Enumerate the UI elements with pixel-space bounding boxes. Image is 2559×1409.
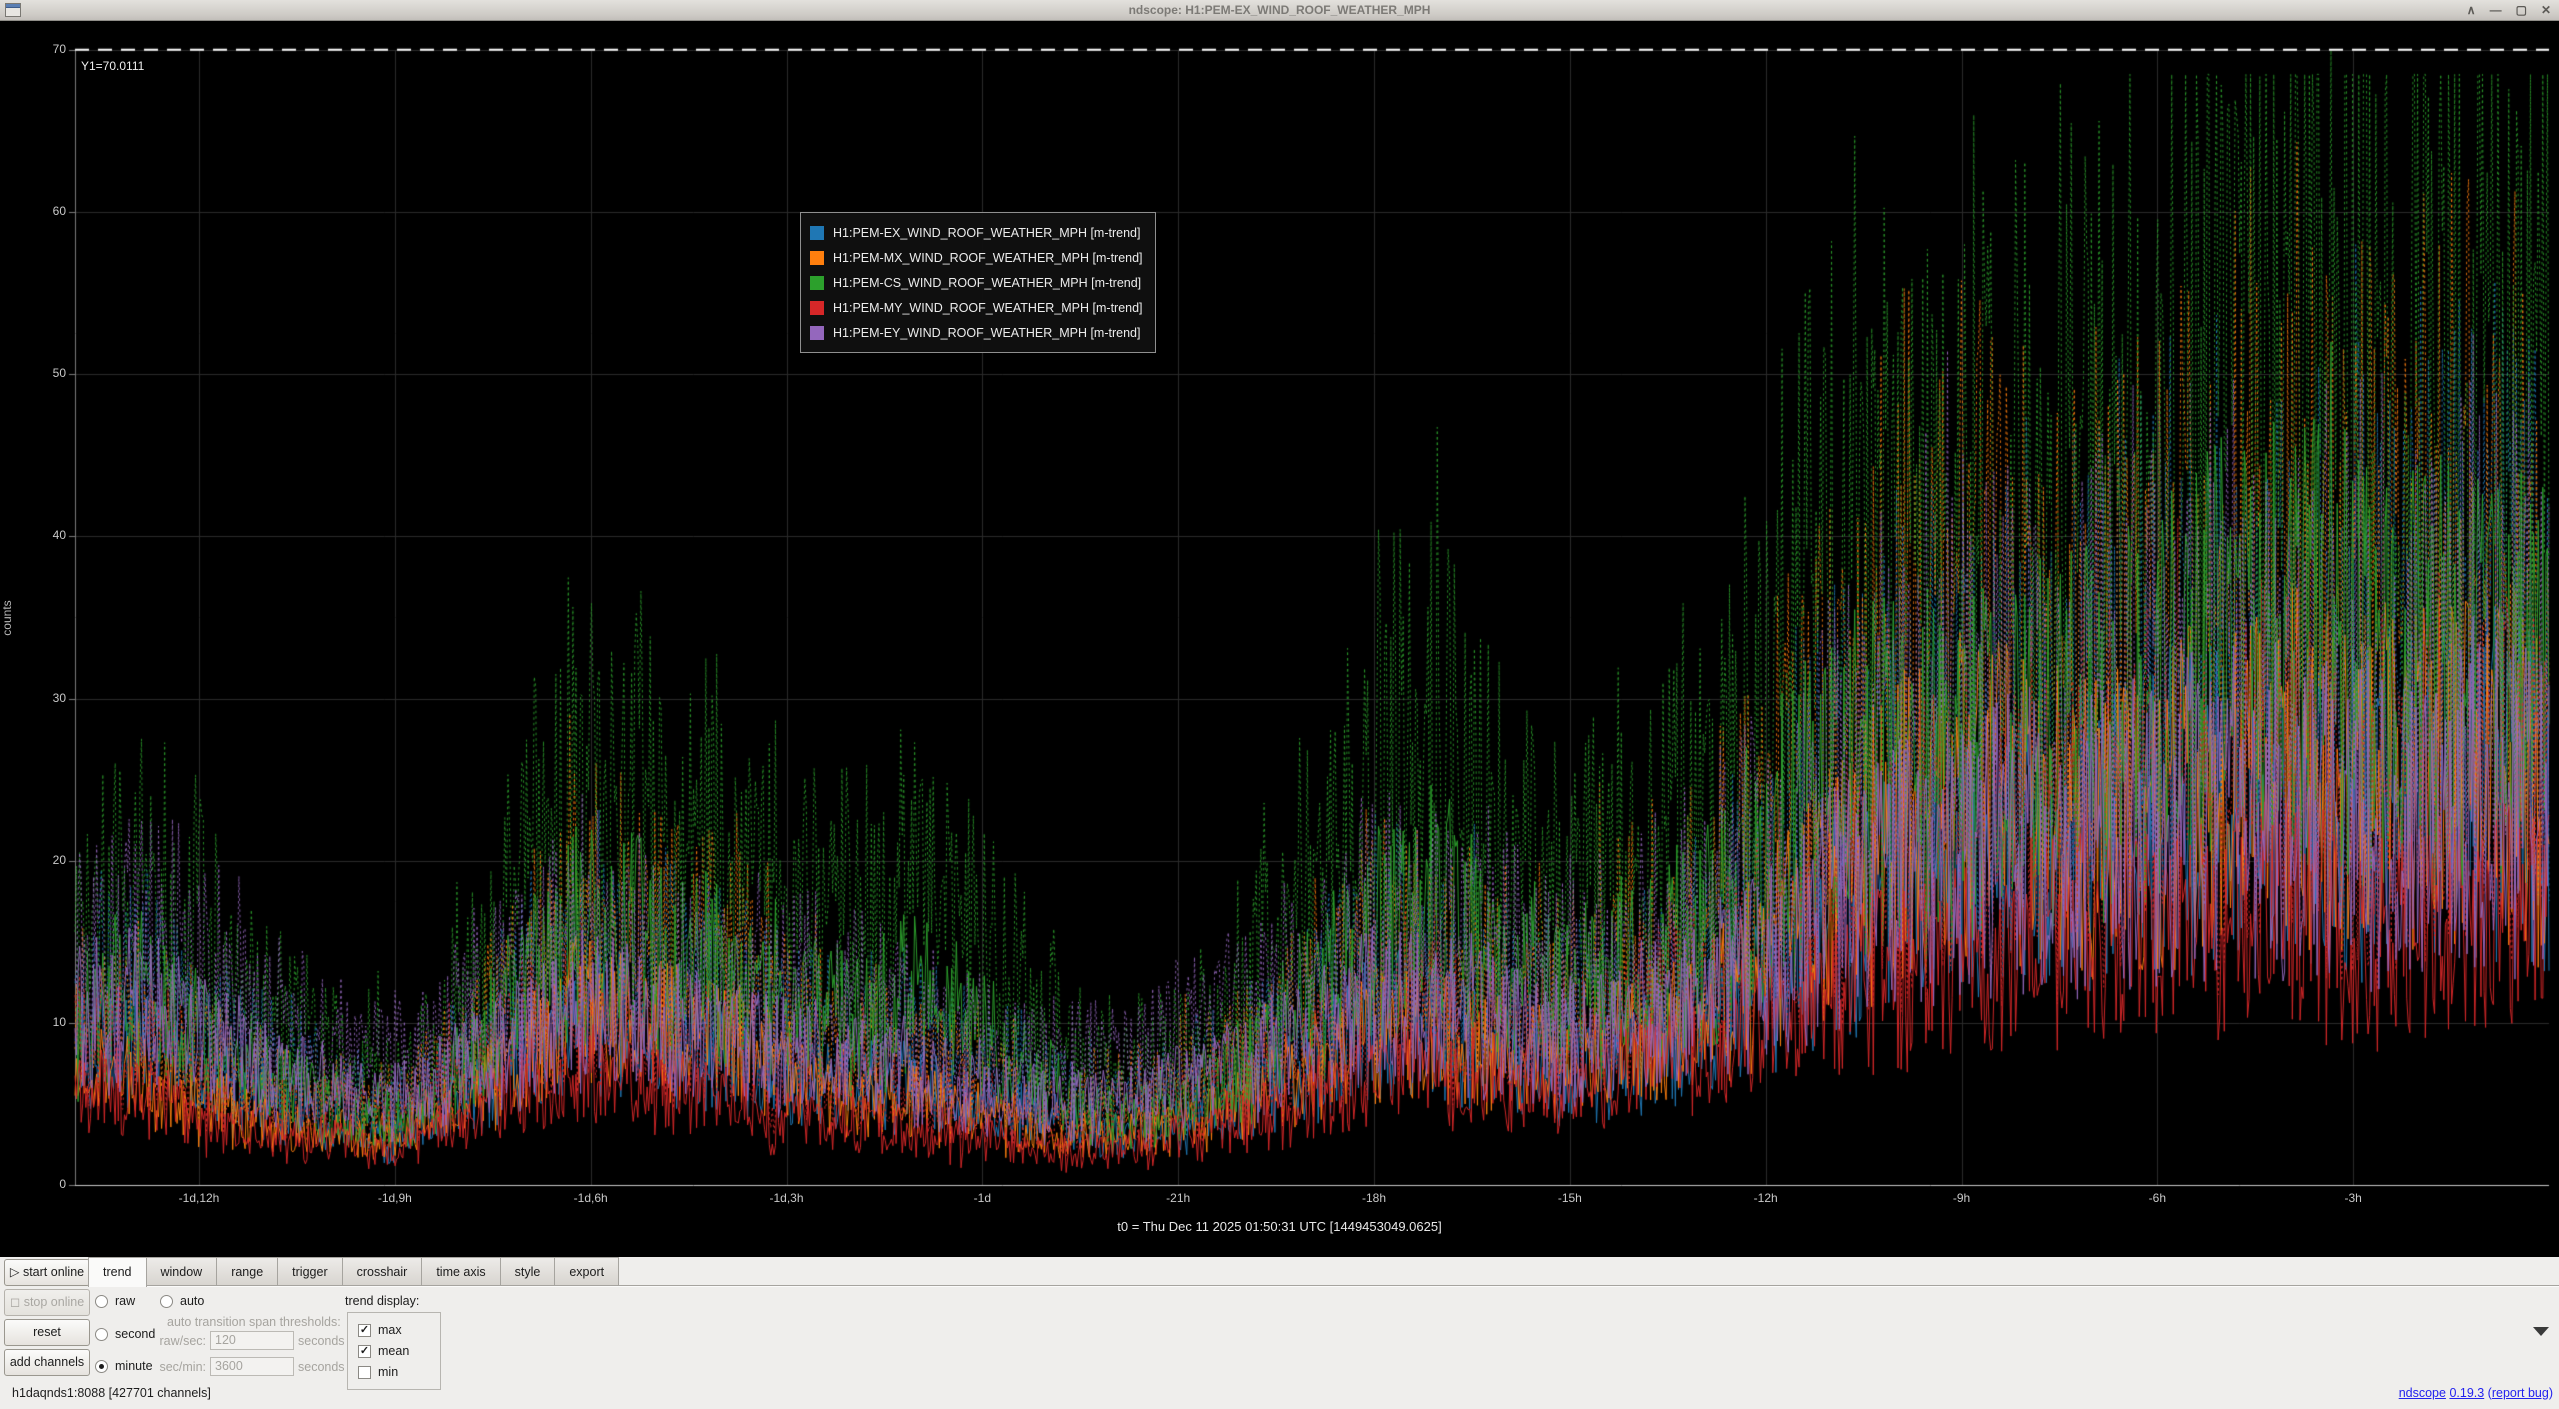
legend-item: H1:PEM-CS_WIND_ROOF_WEATHER_MPH [m-trend…	[810, 270, 1143, 295]
checkbox-icon[interactable]	[358, 1366, 371, 1379]
y-axis-label: counts	[0, 583, 14, 653]
threshold-row: sec/min: 3600 seconds	[148, 1357, 345, 1376]
tab-style[interactable]: style	[501, 1257, 556, 1286]
y-tick-label: 0	[0, 1177, 66, 1191]
0.19.3-link[interactable]: 0.19.3	[2449, 1386, 2484, 1400]
max-checkbox[interactable]: ✓ max	[358, 1320, 440, 1340]
threshold-suffix: seconds	[298, 1334, 345, 1348]
x-tick-label: -1d	[937, 1191, 1027, 1205]
report-bug-link[interactable]: report bug	[2492, 1386, 2549, 1400]
panel-collapse-icon[interactable]	[2533, 1327, 2549, 1336]
radio-label: minute	[115, 1359, 153, 1373]
legend-label: H1:PEM-EX_WIND_ROOF_WEATHER_MPH [m-trend…	[833, 226, 1140, 240]
trend-display-title: trend display:	[345, 1294, 419, 1308]
auto-radio[interactable]: auto	[160, 1294, 204, 1308]
radio-icon[interactable]	[95, 1328, 108, 1341]
legend[interactable]: H1:PEM-EX_WIND_ROOF_WEATHER_MPH [m-trend…	[800, 212, 1156, 353]
legend-swatch	[810, 326, 824, 340]
raw-radio[interactable]: raw	[95, 1294, 135, 1308]
tab-range[interactable]: range	[217, 1257, 278, 1286]
window-buttons: ∧ — ▢ ✕	[2467, 0, 2551, 21]
link-separator: (	[2484, 1386, 2492, 1400]
minimize-window-icon[interactable]: —	[2490, 0, 2502, 21]
nds-server-status: h1daqnds1:8088 [427701 channels]	[12, 1386, 211, 1400]
legend-swatch	[810, 301, 824, 315]
threshold-label: raw/sec:	[148, 1334, 206, 1348]
maximize-window-icon[interactable]: ▢	[2516, 0, 2527, 21]
legend-item: H1:PEM-EX_WIND_ROOF_WEATHER_MPH [m-trend…	[810, 220, 1143, 245]
plot-region[interactable]: 0 10 20 30 40 50 60 70 -1d,12h -1d,9h -1d,6h -1d,3…	[0, 21, 2559, 1257]
checkbox-label: min	[378, 1365, 398, 1379]
legend-label: H1:PEM-MY_WIND_ROOF_WEATHER_MPH [m-trend…	[833, 301, 1143, 315]
y-tick-label: 10	[0, 1015, 66, 1029]
legend-label: H1:PEM-MX_WIND_ROOF_WEATHER_MPH [m-trend…	[833, 251, 1143, 265]
x-tick-label: -1d,6h	[546, 1191, 636, 1205]
title-bar: ndscope: H1:PEM-EX_WIND_ROOF_WEATHER_MPH…	[0, 0, 2559, 21]
legend-swatch	[810, 251, 824, 265]
radio-label: auto	[180, 1294, 204, 1308]
x-tick-label: -1d,3h	[742, 1191, 832, 1205]
start-online-button[interactable]: ▷ start online	[4, 1259, 90, 1286]
threshold-input: 120	[210, 1331, 294, 1350]
link-separator: )	[2549, 1386, 2553, 1400]
radio-icon[interactable]	[160, 1295, 173, 1308]
legend-label: H1:PEM-CS_WIND_ROOF_WEATHER_MPH [m-trend…	[833, 276, 1141, 290]
min-checkbox[interactable]: min	[358, 1362, 440, 1382]
tab-bar: trendwindowrangetriggercrosshairtime axi…	[88, 1257, 619, 1286]
legend-label: H1:PEM-EY_WIND_ROOF_WEATHER_MPH [m-trend…	[833, 326, 1140, 340]
radio-icon[interactable]	[95, 1360, 108, 1373]
plot-canvas[interactable]	[0, 21, 2559, 1257]
minute-radio[interactable]: minute	[95, 1359, 153, 1373]
x-tick-label: -1d,12h	[154, 1191, 244, 1205]
threshold-suffix: seconds	[298, 1360, 345, 1374]
close-window-icon[interactable]: ✕	[2541, 0, 2551, 21]
x-tick-label: -3h	[2308, 1191, 2398, 1205]
threshold-label: sec/min:	[148, 1360, 206, 1374]
shade-window-icon[interactable]: ∧	[2467, 0, 2476, 21]
checkbox-icon[interactable]: ✓	[358, 1345, 371, 1358]
auto-thresholds-title: auto transition span thresholds:	[167, 1315, 341, 1329]
x-tick-label: -1d,9h	[350, 1191, 440, 1205]
x-tick-label: -12h	[1721, 1191, 1811, 1205]
legend-item: H1:PEM-MX_WIND_ROOF_WEATHER_MPH [m-trend…	[810, 245, 1143, 270]
x-tick-label: -21h	[1133, 1191, 1223, 1205]
tab-time-axis[interactable]: time axis	[422, 1257, 500, 1286]
trend-display-group: ✓ max ✓ mean min	[347, 1312, 441, 1390]
y-tick-label: 30	[0, 691, 66, 705]
x-tick-label: -15h	[1525, 1191, 1615, 1205]
version-links: ndscope 0.19.3 (report bug)	[2399, 1386, 2553, 1400]
x-tick-label: -9h	[1917, 1191, 2007, 1205]
legend-swatch	[810, 226, 824, 240]
radio-label: raw	[115, 1294, 135, 1308]
x-tick-label: -18h	[1329, 1191, 1419, 1205]
threshold-input: 3600	[210, 1357, 294, 1376]
legend-item: H1:PEM-MY_WIND_ROOF_WEATHER_MPH [m-trend…	[810, 295, 1143, 320]
tab-crosshair[interactable]: crosshair	[343, 1257, 423, 1286]
legend-item: H1:PEM-EY_WIND_ROOF_WEATHER_MPH [m-trend…	[810, 320, 1143, 345]
cursor-y1-label: Y1=70.0111	[81, 59, 144, 73]
second-radio[interactable]: second	[95, 1327, 155, 1341]
control-panel: ▷ start online◻ stop onlineresetadd chan…	[0, 1257, 2559, 1409]
tab-trend[interactable]: trend	[88, 1257, 147, 1287]
window-title: ndscope: H1:PEM-EX_WIND_ROOF_WEATHER_MPH	[0, 3, 2559, 17]
y-tick-label: 70	[0, 42, 66, 56]
checkbox-label: mean	[378, 1344, 409, 1358]
trend-pane: raw second minute auto auto transition span …	[0, 1287, 2559, 1387]
x-tick-label: -6h	[2112, 1191, 2202, 1205]
mean-checkbox[interactable]: ✓ mean	[358, 1341, 440, 1361]
y-tick-label: 40	[0, 528, 66, 542]
y-tick-label: 20	[0, 853, 66, 867]
t0-label: t0 = Thu Dec 11 2025 01:50:31 UTC [14494…	[0, 1219, 2559, 1234]
y-tick-label: 60	[0, 204, 66, 218]
legend-swatch	[810, 276, 824, 290]
checkbox-icon[interactable]: ✓	[358, 1324, 371, 1337]
threshold-row: raw/sec: 120 seconds	[148, 1331, 345, 1350]
y-tick-label: 50	[0, 366, 66, 380]
checkbox-label: max	[378, 1323, 402, 1337]
ndscope-link[interactable]: ndscope	[2399, 1386, 2446, 1400]
radio-icon[interactable]	[95, 1295, 108, 1308]
tab-export[interactable]: export	[555, 1257, 619, 1286]
tab-window[interactable]: window	[147, 1257, 218, 1286]
tab-trigger[interactable]: trigger	[278, 1257, 342, 1286]
